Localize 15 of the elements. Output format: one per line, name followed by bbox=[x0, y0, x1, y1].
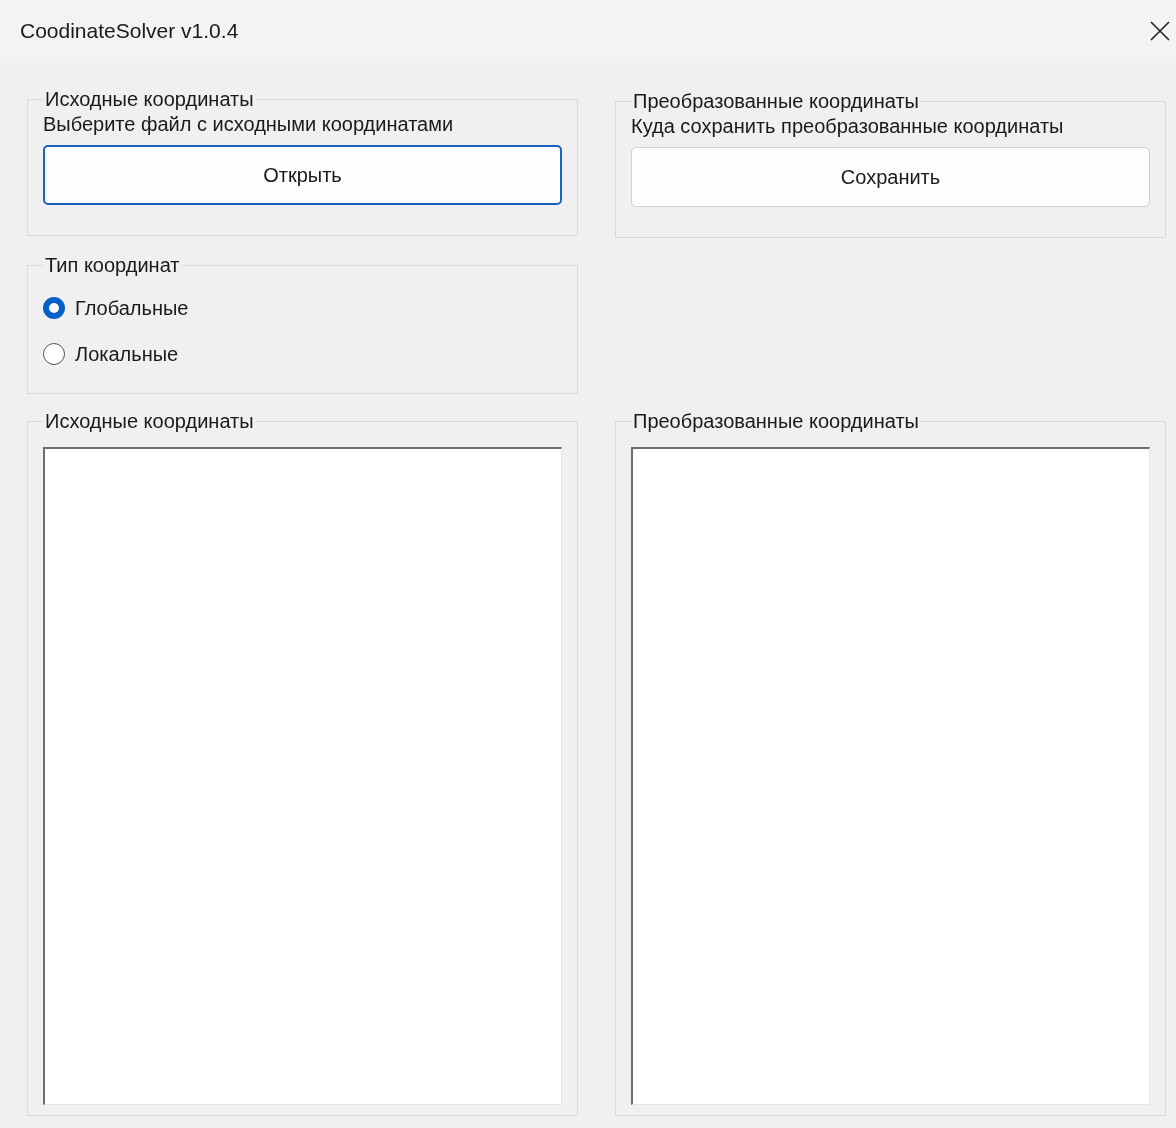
open-button[interactable]: Открыть bbox=[43, 145, 562, 205]
window-title: CoodinateSolver v1.0.4 bbox=[20, 19, 239, 43]
group-title: Исходные координаты bbox=[44, 88, 255, 111]
group-title: Исходные координаты bbox=[44, 410, 255, 433]
group-title: Тип координат bbox=[44, 254, 181, 277]
radio-label[interactable]: Глобальные bbox=[75, 296, 189, 320]
group-title: Преобразованные координаты bbox=[632, 410, 920, 433]
radio-label[interactable]: Локальные bbox=[75, 342, 179, 366]
close-icon[interactable] bbox=[1150, 21, 1170, 41]
prompt-text: Выберите файл с исходными координатами bbox=[43, 113, 455, 136]
save-button[interactable]: Сохранить bbox=[631, 147, 1150, 207]
group-title: Преобразованные координаты bbox=[632, 90, 920, 113]
prompt-text: Куда сохранить преобразованные координаты bbox=[631, 115, 1065, 138]
radio-button[interactable] bbox=[43, 343, 65, 365]
radio-button[interactable] bbox=[43, 297, 65, 319]
